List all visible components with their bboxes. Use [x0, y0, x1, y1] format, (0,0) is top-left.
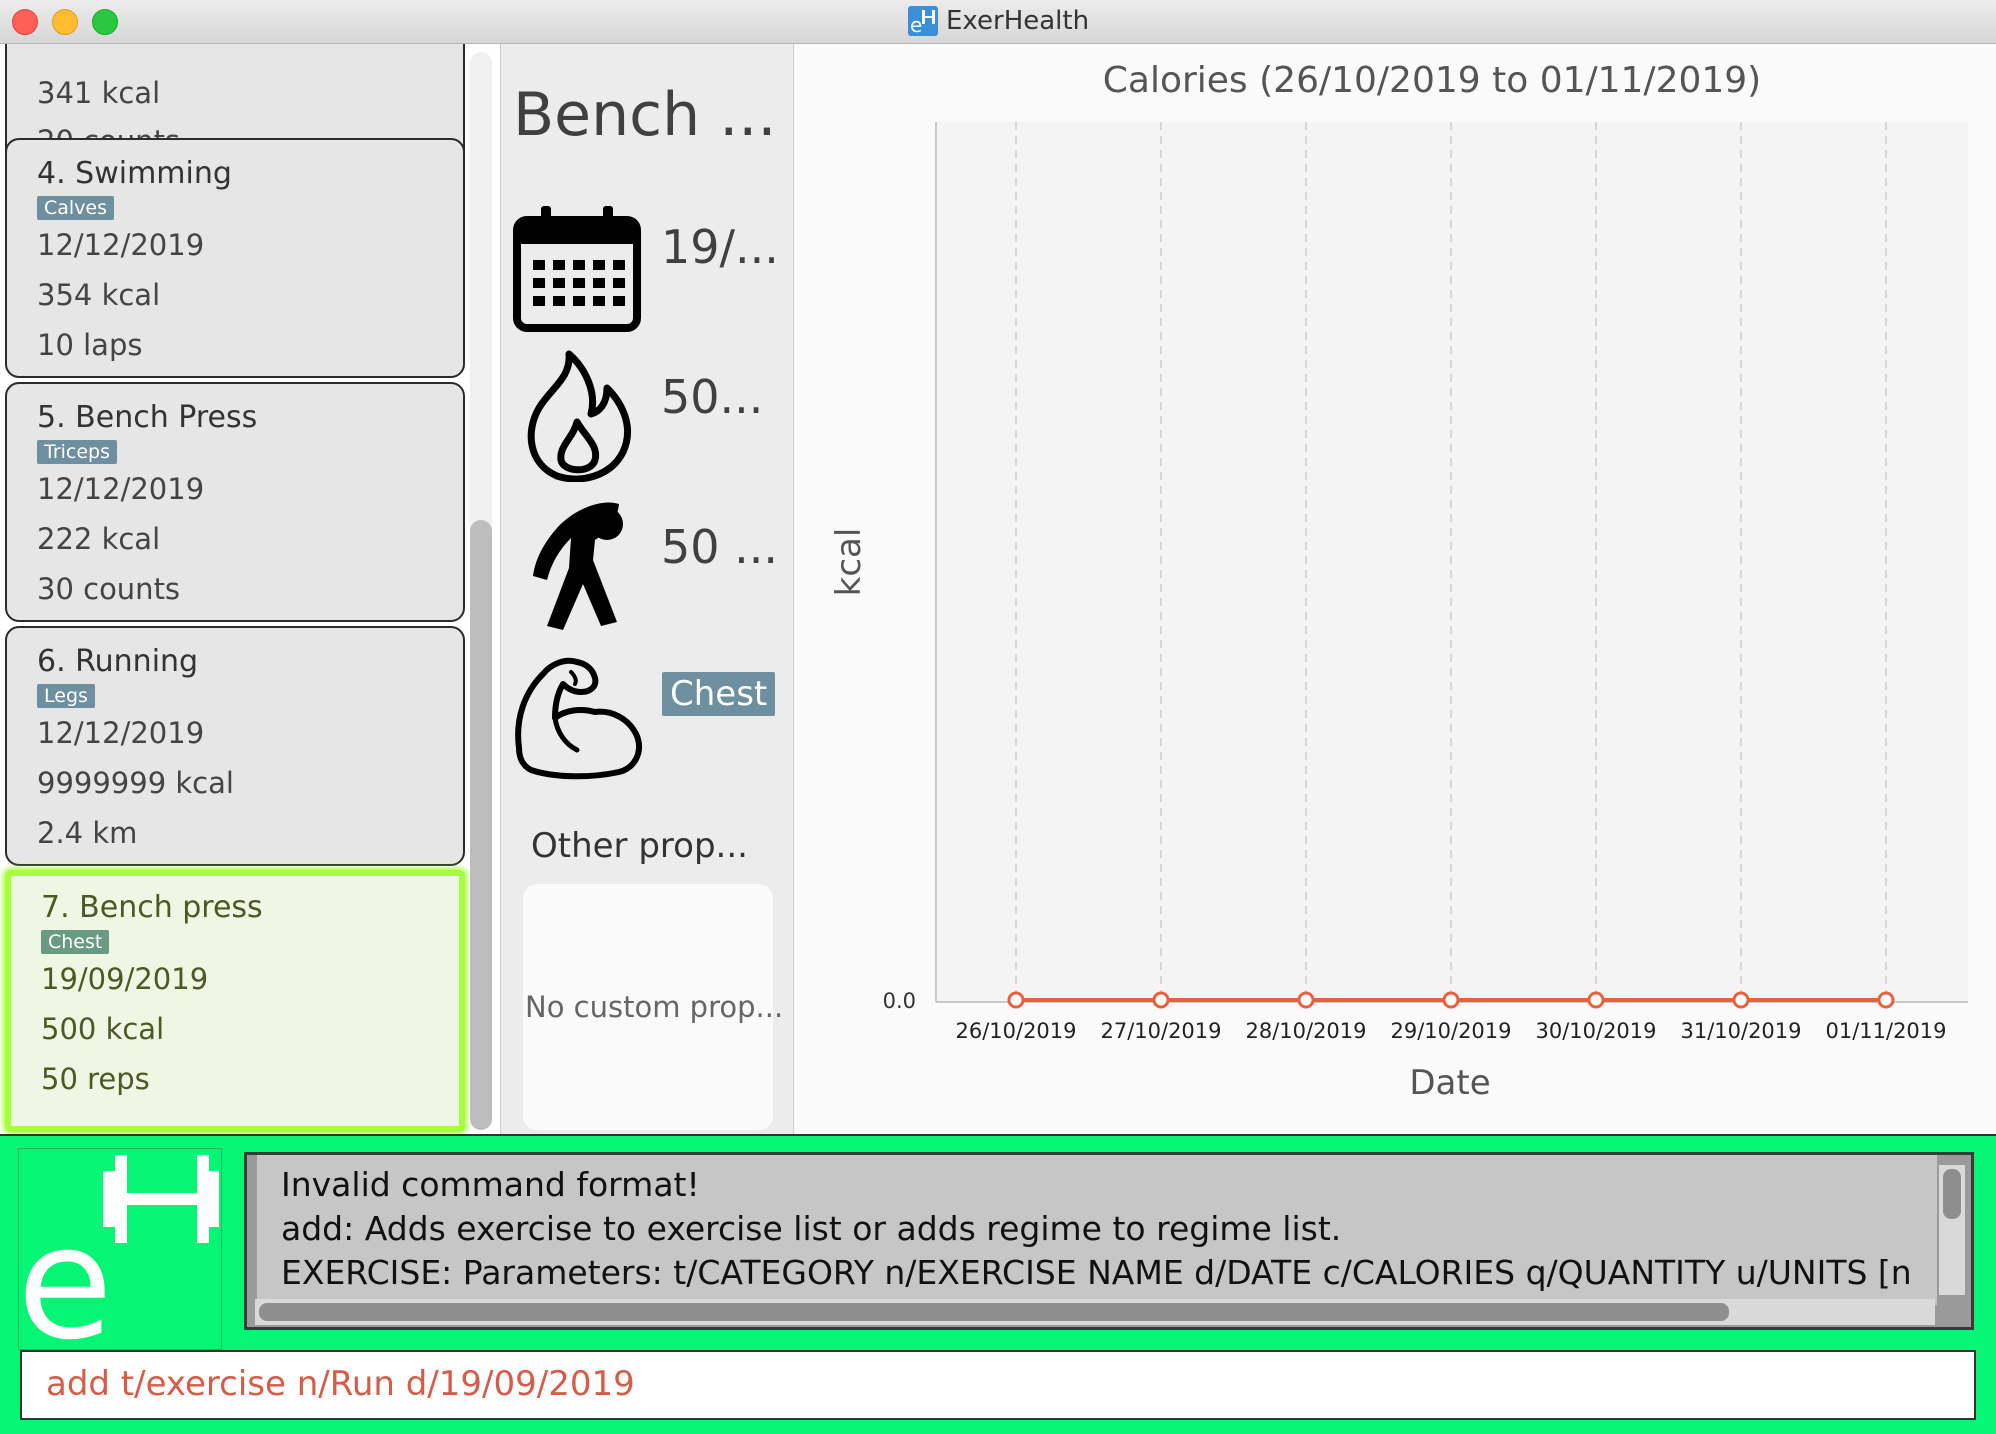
custom-properties-text: No custom prop...: [525, 990, 784, 1024]
x-axis-label: Date: [1409, 1063, 1490, 1103]
x-tick-label: 27/10/2019: [1100, 1019, 1221, 1043]
list-scrollbar-thumb[interactable]: [470, 520, 492, 1130]
exercise-quantity: 2.4 km: [37, 816, 138, 850]
exercise-quantity: 30 counts: [37, 572, 181, 606]
muscle-tag: Triceps: [37, 440, 117, 464]
exercise-calories: 500 kcal: [41, 1012, 165, 1046]
list-item-selected[interactable]: 7. Bench press Chest 19/09/2019 500 kcal…: [5, 870, 465, 1132]
minimize-window-button[interactable]: [52, 9, 78, 35]
x-tick-label: 29/10/2019: [1390, 1019, 1511, 1043]
data-point: [1152, 991, 1170, 1009]
exercise-quantity: 50 reps: [41, 1062, 150, 1096]
list-item[interactable]: 4. Swimming Calves 12/12/2019 354 kcal 1…: [5, 138, 465, 378]
bottom-panel: e Invalid command format! add: Adds exer…: [0, 1134, 1996, 1434]
exercise-calories: 354 kcal: [37, 278, 161, 312]
muscle-tag: Chest: [41, 930, 110, 954]
result-text-area[interactable]: Invalid command format! add: Adds exerci…: [257, 1155, 1937, 1305]
exercise-calories: 9999999 kcal: [37, 766, 234, 800]
calendar-icon: [511, 202, 643, 338]
result-horizontal-scrollbar-thumb[interactable]: [259, 1303, 1729, 1321]
detail-date: 19/...: [661, 220, 779, 274]
chart-title: Calories (26/10/2019 to 01/11/2019): [1103, 60, 1761, 101]
x-tick-label: 01/11/2019: [1825, 1019, 1946, 1043]
x-tick-label: 30/10/2019: [1535, 1019, 1656, 1043]
exercise-list-panel[interactable]: 341 kcal 20 counts 4. Swimming Calves 12…: [0, 44, 496, 1134]
list-item[interactable]: 5. Bench Press Triceps 12/12/2019 222 kc…: [5, 382, 465, 622]
exercise-date: 12/12/2019: [37, 472, 205, 506]
exercise-calories: 222 kcal: [37, 522, 161, 556]
svg-text:e: e: [910, 13, 922, 36]
data-point: [1297, 991, 1315, 1009]
detail-quantity: 50 ...: [661, 520, 779, 574]
y-tick-label: 0.0: [883, 989, 916, 1013]
data-point: [1732, 991, 1750, 1009]
other-properties-label: Other prop...: [531, 826, 748, 866]
exercise-title: 5. Bench Press: [37, 400, 258, 435]
data-point: [1007, 991, 1025, 1009]
result-line: EXERCISE: Parameters: t/CATEGORY n/EXERC…: [281, 1253, 1912, 1292]
exerhealth-logo: e: [17, 1148, 222, 1374]
custom-properties-box: No custom prop...: [523, 884, 783, 1130]
muscle-tag: Calves: [37, 196, 115, 220]
data-point: [1442, 991, 1460, 1009]
result-line: add: Adds exercise to exercise list or a…: [281, 1209, 1342, 1248]
exercise-date: 12/12/2019: [37, 228, 205, 262]
fire-icon: [511, 348, 641, 486]
exercise-title: 4. Swimming: [37, 156, 232, 191]
command-input-text: add t/exercise n/Run d/19/09/2019: [46, 1364, 635, 1404]
y-axis-label: kcal: [829, 528, 869, 597]
detail-muscle-tag: Chest: [662, 672, 776, 716]
result-display: Invalid command format! add: Adds exerci…: [244, 1152, 1974, 1330]
stretch-icon: [511, 498, 641, 638]
result-vertical-scrollbar-thumb[interactable]: [1943, 1169, 1961, 1219]
x-tick-label: 26/10/2019: [955, 1019, 1076, 1043]
exercise-calories: 341 kcal: [37, 76, 161, 110]
zoom-window-button[interactable]: [92, 9, 118, 35]
data-point: [1877, 991, 1895, 1009]
exercise-date: 19/09/2019: [41, 962, 209, 996]
x-tick-label: 28/10/2019: [1245, 1019, 1366, 1043]
exercise-date: 12/12/2019: [37, 716, 205, 750]
x-tick-label: 31/10/2019: [1680, 1019, 1801, 1043]
svg-text:e: e: [19, 1192, 113, 1349]
calories-chart: Calories (26/10/2019 to 01/11/2019) 0.0 kc…: [829, 60, 1968, 1103]
muscle-icon: [511, 652, 643, 786]
muscle-tag: Legs: [37, 684, 95, 708]
calories-chart-panel: Calories (26/10/2019 to 01/11/2019) 0.0 kc…: [794, 44, 1996, 1134]
data-point: [1587, 991, 1605, 1009]
list-item[interactable]: 6. Running Legs 12/12/2019 9999999 kcal …: [5, 626, 465, 866]
detail-exercise-name: Bench ...: [513, 80, 777, 150]
detail-calories: 50...: [661, 370, 764, 424]
exercise-title: 6. Running: [37, 644, 199, 679]
exercise-quantity: 10 laps: [37, 328, 143, 362]
exercise-detail-panel: Bench ... 19/... 50... 50 ... Chest Othe…: [500, 44, 794, 1134]
close-window-button[interactable]: [12, 9, 38, 35]
window-title: ExerHealth: [946, 6, 1090, 36]
app-logo-icon: e: [908, 6, 938, 36]
exercise-title: 7. Bench press: [41, 890, 263, 925]
title-bar: e ExerHealth: [0, 0, 1996, 44]
command-input[interactable]: add t/exercise n/Run d/19/09/2019: [20, 1350, 1976, 1420]
result-line: Invalid command format!: [281, 1165, 700, 1204]
